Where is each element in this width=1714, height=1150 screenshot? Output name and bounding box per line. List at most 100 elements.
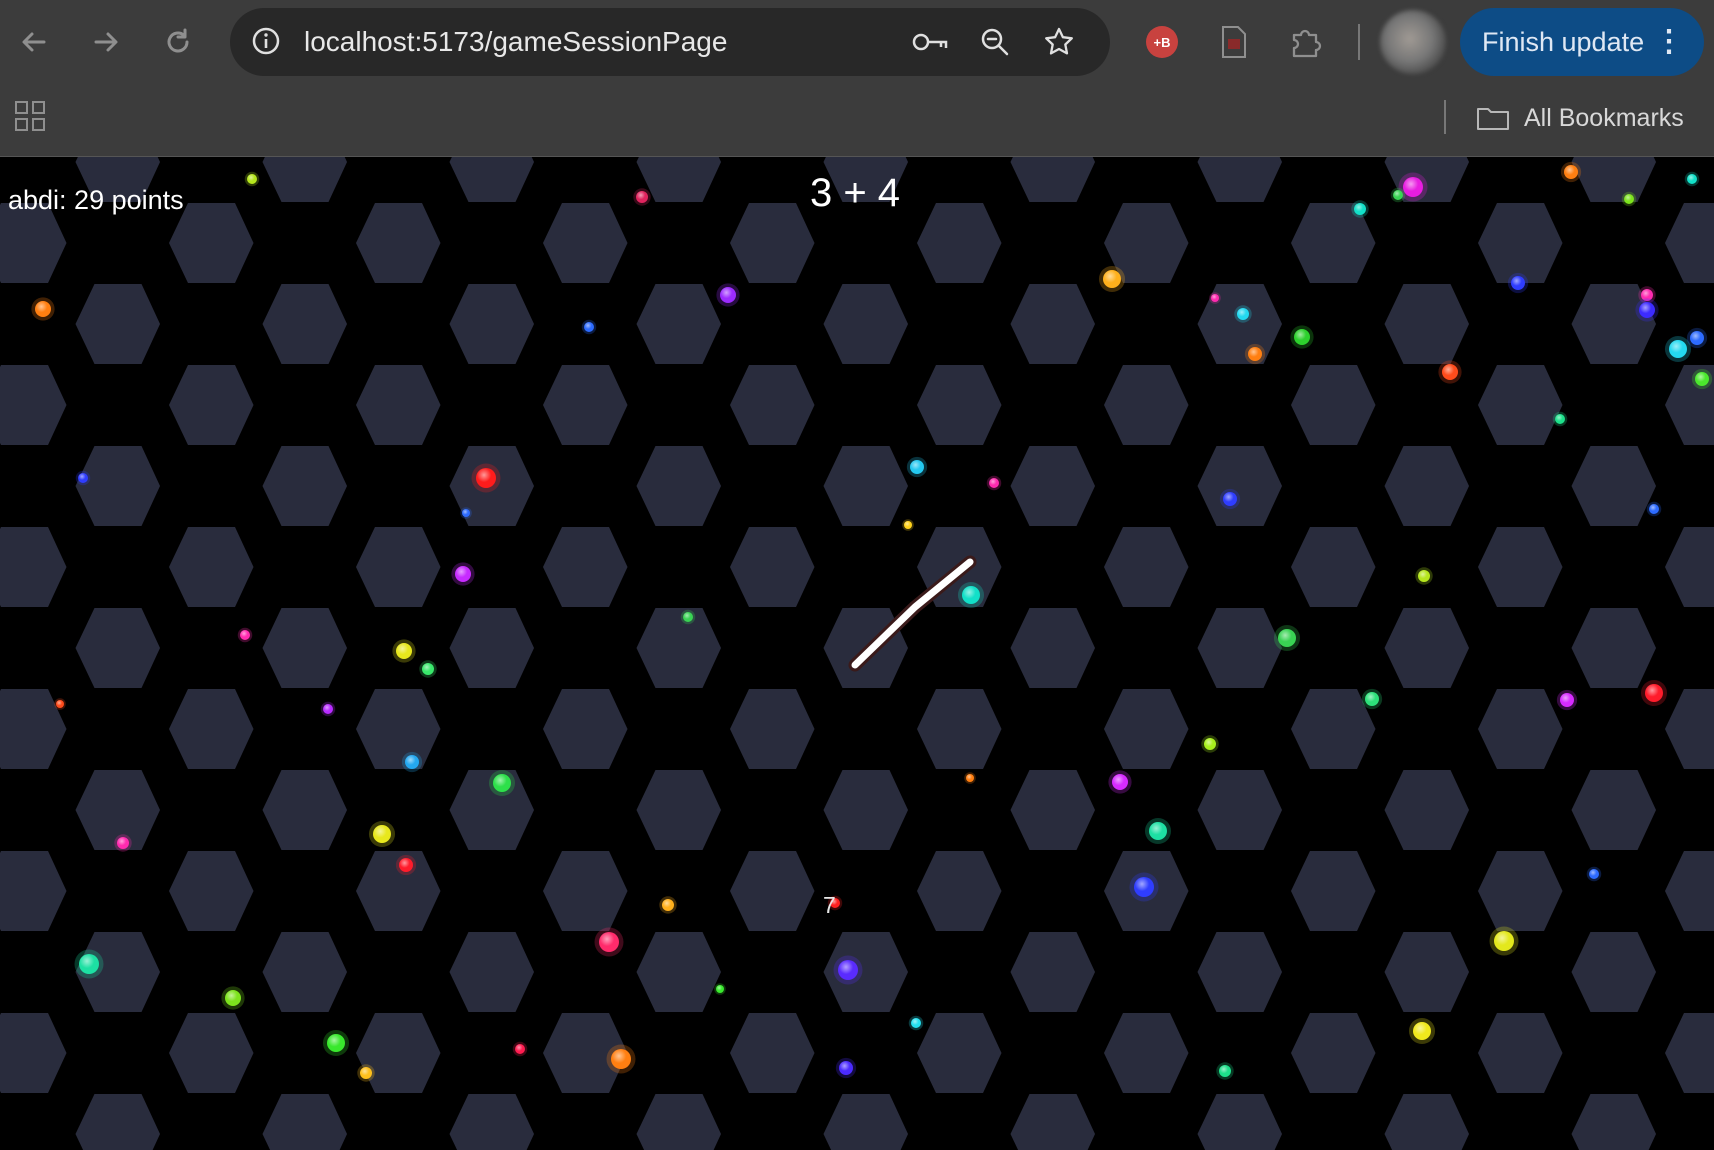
finish-update-label: Finish update [1482, 27, 1645, 57]
food-orb [1351, 200, 1369, 218]
food-orb [986, 475, 1002, 491]
food-orb [1686, 327, 1708, 349]
food-orb [1507, 272, 1529, 294]
food-orb [320, 701, 336, 717]
extension-badge-icon[interactable]: +B [1140, 20, 1184, 64]
food-orb [31, 297, 55, 321]
food-orb [957, 581, 985, 609]
browser-toolbar: localhost:5173/gameSessionPage +B Finish… [0, 0, 1714, 84]
apps-grid-icon[interactable] [14, 100, 46, 132]
game-board [0, 157, 1714, 1150]
food-orb [114, 834, 132, 852]
food-orb [1586, 866, 1602, 882]
food-orb [1201, 735, 1219, 753]
answer-food-label: 7 [823, 892, 836, 918]
food-orb [1489, 926, 1519, 956]
bookmark-star-icon[interactable] [1040, 23, 1078, 61]
food-orb [1415, 567, 1433, 585]
back-button[interactable] [8, 16, 60, 68]
food-orb [419, 660, 437, 678]
more-vert-icon[interactable]: ⋮ [1654, 8, 1684, 76]
food-orb [1290, 325, 1314, 349]
hex-grid-background [0, 157, 1714, 1150]
all-bookmarks-label: All Bookmarks [1524, 103, 1684, 132]
site-info-icon[interactable] [248, 23, 284, 59]
food-orb [395, 854, 417, 876]
food-orb [1408, 1017, 1436, 1045]
food-orb [512, 1041, 528, 1057]
food-orb [1556, 689, 1578, 711]
arrow-right-icon [94, 32, 118, 52]
forward-button[interactable] [80, 16, 132, 68]
math-problem: 3 + 4 [809, 171, 901, 215]
food-orb [659, 896, 677, 914]
food-orb [1635, 298, 1659, 322]
food-orb [488, 769, 516, 797]
toolbar-divider [1358, 24, 1360, 60]
url-text: localhost:5173/gameSessionPage [304, 26, 728, 57]
food-orb [75, 470, 91, 486]
food-orb [368, 820, 396, 848]
food-orb [1144, 817, 1172, 845]
bookmarks-divider [1444, 100, 1446, 134]
food-orb [716, 283, 740, 307]
food-orb [594, 927, 624, 957]
food-orb [460, 507, 472, 519]
food-orb [633, 188, 651, 206]
food-orb [244, 171, 260, 187]
food-orb [221, 986, 245, 1010]
reload-icon [167, 28, 189, 53]
zoom-icon[interactable] [976, 23, 1014, 61]
food-orb [964, 772, 976, 784]
food-orb [1552, 411, 1568, 427]
food-orb [322, 1029, 350, 1057]
arrow-left-icon [22, 32, 46, 52]
food-orb [908, 1015, 924, 1031]
food-orb [835, 1057, 857, 1079]
puzzle-extensions-icon[interactable] [1284, 20, 1328, 64]
food-orb [1216, 1062, 1234, 1080]
game-canvas[interactable]: abdi: 29 points 3 + 4 7 [0, 157, 1714, 1150]
food-orb [1234, 305, 1252, 323]
key-icon[interactable] [912, 23, 950, 61]
food-orb [1640, 679, 1668, 707]
food-orb [357, 1064, 375, 1082]
food-orb [451, 562, 475, 586]
food-orb [1621, 191, 1637, 207]
food-orb [54, 698, 66, 710]
reload-button[interactable] [152, 16, 204, 68]
food-orb [1691, 368, 1713, 390]
document-extension-icon[interactable] [1212, 20, 1256, 64]
food-orb [606, 1044, 636, 1074]
food-orb [74, 949, 104, 979]
address-bar[interactable]: localhost:5173/gameSessionPage [230, 8, 1110, 76]
food-orb [401, 751, 423, 773]
food-orb [1684, 171, 1700, 187]
food-orb [680, 609, 696, 625]
food-orb [237, 627, 253, 643]
finish-update-button[interactable]: Finish update ⋮ [1460, 8, 1704, 76]
profile-avatar[interactable] [1380, 10, 1446, 74]
folder-icon [1477, 108, 1509, 130]
food-orb [1108, 770, 1132, 794]
food-orb [471, 463, 501, 493]
food-orb [1209, 292, 1221, 304]
food-orb [714, 983, 726, 995]
food-orb [1560, 161, 1582, 183]
player-score: abdi: 29 points [8, 185, 184, 215]
food-orb [1219, 488, 1241, 510]
food-orb [906, 456, 928, 478]
bookmarks-bar [0, 84, 1714, 157]
food-orb [1438, 360, 1462, 384]
food-orb [1273, 624, 1301, 652]
food-orb [392, 639, 416, 663]
all-bookmarks-button[interactable]: All Bookmarks [1476, 96, 1684, 140]
food-orb [1646, 501, 1662, 517]
svg-text:+B: +B [1154, 35, 1171, 50]
food-orb [1361, 688, 1383, 710]
food-orb [1390, 187, 1406, 203]
food-orb [1098, 265, 1126, 293]
food-orb [1244, 343, 1266, 365]
food-orb [833, 955, 863, 985]
food-orb [581, 319, 597, 335]
